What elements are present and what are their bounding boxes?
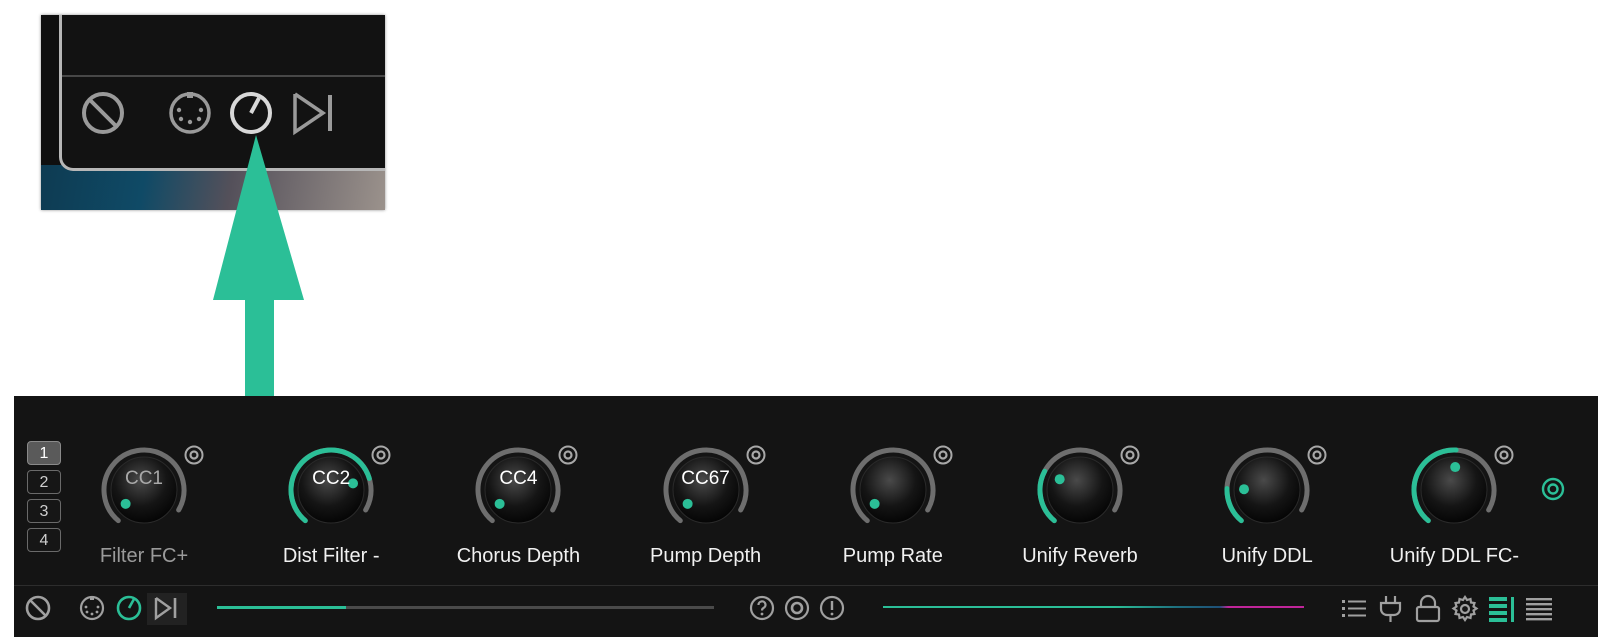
knob-name-label: Filter FC+ xyxy=(99,545,189,567)
knob-indicator xyxy=(1054,474,1065,485)
knob-2[interactable]: CC2 xyxy=(281,440,381,540)
knob-1[interactable]: CC1 xyxy=(94,440,194,540)
knob-dial-icon[interactable] xyxy=(656,440,756,540)
progress-track[interactable] xyxy=(217,606,714,609)
disable-icon[interactable] xyxy=(81,91,131,141)
knob-dial-icon[interactable] xyxy=(468,440,568,540)
target-icon[interactable] xyxy=(1119,444,1141,466)
knob-7[interactable] xyxy=(1217,440,1317,540)
knob-dial-icon[interactable] xyxy=(1030,440,1130,540)
disable-icon[interactable] xyxy=(25,595,53,623)
toolbar-separator xyxy=(14,585,1598,586)
layout-list-icon[interactable] xyxy=(1524,594,1554,624)
page-button-2[interactable]: 2 xyxy=(27,470,61,494)
knob-icon[interactable] xyxy=(115,595,145,623)
skip-icon[interactable] xyxy=(291,91,341,141)
knob-body xyxy=(297,456,365,524)
knob-name-label: Chorus Depth xyxy=(456,545,581,567)
target-icon[interactable] xyxy=(932,444,954,466)
record-icon[interactable] xyxy=(784,595,812,623)
knob-body xyxy=(1046,456,1114,524)
knob-body xyxy=(859,456,927,524)
gear-icon[interactable] xyxy=(1450,594,1480,624)
knob-body xyxy=(110,456,178,524)
help-icon[interactable] xyxy=(749,595,777,623)
target-icon[interactable] xyxy=(557,444,579,466)
page-button-3[interactable]: 3 xyxy=(27,499,61,523)
knob-name-label: Unify Reverb xyxy=(1022,545,1138,567)
target-icon[interactable] xyxy=(183,444,205,466)
knob-name-label: Pump Rate xyxy=(842,545,943,567)
callout-arrow-icon xyxy=(213,135,304,400)
knob-name-label: Pump Depth xyxy=(650,545,762,567)
knob-indicator xyxy=(1239,484,1250,495)
knob-4[interactable]: CC67 xyxy=(656,440,756,540)
knob-indicator xyxy=(682,498,693,509)
knob-cc-label: CC67 xyxy=(681,468,730,489)
alert-icon[interactable] xyxy=(819,595,847,623)
knob-3[interactable]: CC4 xyxy=(468,440,568,540)
knob-indicator xyxy=(120,498,131,509)
knob-icon[interactable] xyxy=(228,91,278,141)
knob-name-label: Dist Filter - xyxy=(282,545,380,567)
target-icon[interactable] xyxy=(1306,444,1328,466)
knob-name-label: Unify DDL FC- xyxy=(1389,545,1520,567)
knob-indicator xyxy=(869,498,880,509)
plug-icon[interactable] xyxy=(1376,594,1406,624)
knob-cc-label: CC4 xyxy=(499,468,538,489)
level-meter xyxy=(883,606,1304,608)
midi-icon[interactable] xyxy=(168,91,218,141)
target-icon[interactable] xyxy=(745,444,767,466)
layout-split-icon[interactable] xyxy=(1487,594,1517,624)
list-icon[interactable] xyxy=(1339,594,1369,624)
knob-dial-icon[interactable] xyxy=(94,440,194,540)
knob-indicator xyxy=(1450,462,1461,473)
knob-cc-label: CC2 xyxy=(312,468,351,489)
progress-fill xyxy=(217,606,347,609)
knob-dial-icon[interactable] xyxy=(1217,440,1317,540)
page-button-1[interactable]: 1 xyxy=(27,441,61,465)
knob-6[interactable] xyxy=(1030,440,1130,540)
lock-icon[interactable] xyxy=(1413,594,1443,624)
knob-indicator xyxy=(495,498,506,509)
target-icon[interactable] xyxy=(370,444,392,466)
knob-dial-icon[interactable] xyxy=(843,440,943,540)
knob-body xyxy=(672,456,740,524)
knob-name-label: Unify DDL xyxy=(1221,545,1313,567)
midi-icon[interactable] xyxy=(79,595,107,623)
knob-dial-icon[interactable] xyxy=(1404,440,1504,540)
target-icon[interactable] xyxy=(1540,476,1566,502)
knob-dial-icon[interactable] xyxy=(281,440,381,540)
knob-8[interactable] xyxy=(1404,440,1504,540)
target-icon[interactable] xyxy=(1493,444,1515,466)
knob-body xyxy=(484,456,552,524)
zoom-divider xyxy=(62,75,385,77)
knob-cc-label: CC1 xyxy=(124,468,163,489)
skip-icon[interactable] xyxy=(152,595,182,623)
knob-5[interactable] xyxy=(843,440,943,540)
